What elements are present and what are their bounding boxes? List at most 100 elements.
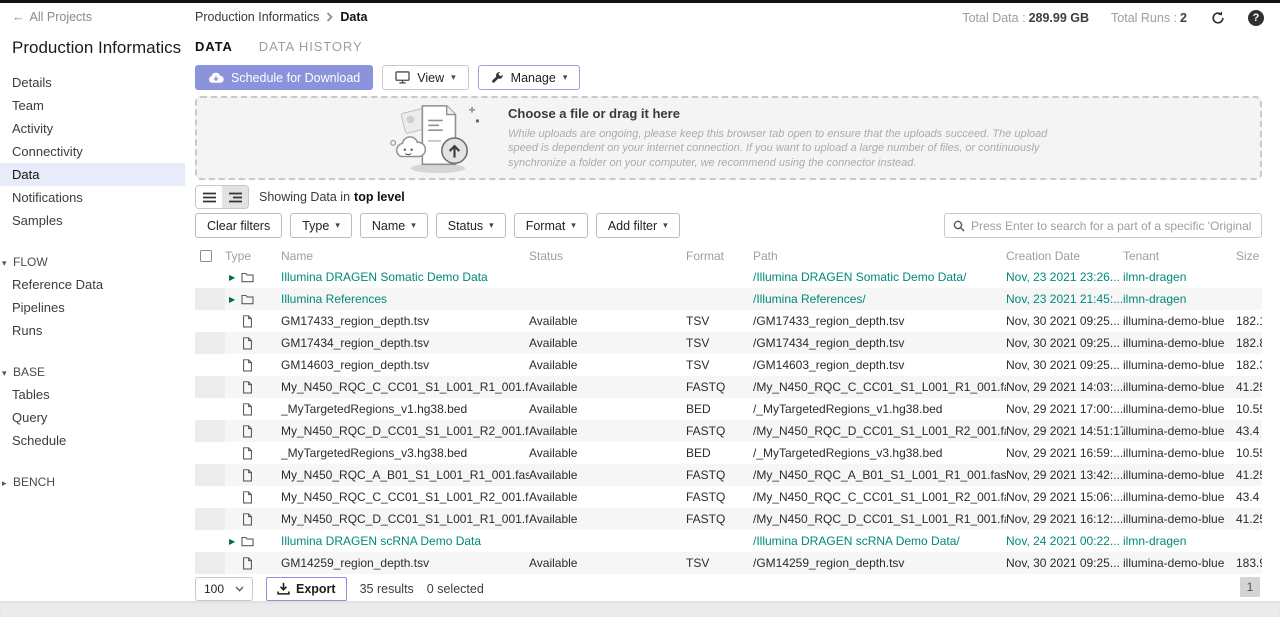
sidebar-section-header-flow[interactable]: ▾FLOW — [0, 251, 185, 273]
sidebar-item-pipelines[interactable]: Pipelines — [0, 296, 185, 319]
table-row[interactable]: _MyTargetedRegions_v3.hg38.bedAvailableB… — [195, 442, 1262, 464]
file-icon — [241, 381, 254, 394]
sidebar-item-query[interactable]: Query — [0, 406, 185, 429]
row-type-cell — [225, 315, 281, 328]
row-name[interactable]: Illumina DRAGEN Somatic Demo Data — [281, 270, 529, 284]
page-number-button[interactable]: 1 — [1240, 577, 1260, 597]
current-folder-level: top level — [354, 190, 405, 204]
column-header-name[interactable]: Name — [281, 249, 529, 263]
table-row[interactable]: My_N450_RQC_C_CC01_S1_L001_R2_001.fastq.… — [195, 486, 1262, 508]
filter-button-clear-filters[interactable]: Clear filters — [195, 213, 282, 238]
refresh-button[interactable] — [1209, 9, 1226, 26]
search-input[interactable] — [971, 219, 1253, 233]
breadcrumb-parent[interactable]: Production Informatics — [195, 10, 319, 24]
table-row[interactable]: GM17434_region_depth.tsvAvailableTSV/GM1… — [195, 332, 1262, 354]
chevron-down-icon: ▾ — [2, 258, 12, 269]
sidebar-section-header-bench[interactable]: ▸BENCH — [0, 471, 185, 493]
sidebar-item-connectivity[interactable]: Connectivity — [0, 140, 185, 163]
row-name[interactable]: GM17433_region_depth.tsv — [281, 314, 529, 328]
column-header-format[interactable]: Format — [686, 249, 753, 263]
column-header-status[interactable]: Status — [529, 249, 686, 263]
tree-view-button[interactable] — [222, 186, 248, 208]
row-status: Available — [529, 556, 686, 570]
filter-button-name[interactable]: Name ▾ — [360, 213, 428, 238]
table-row[interactable]: GM14259_region_depth.tsvAvailableTSV/GM1… — [195, 552, 1262, 574]
tab-data-history[interactable]: DATA HISTORY — [259, 39, 363, 54]
table-row[interactable]: My_N450_RQC_D_CC01_S1_L001_R1_001.fastq.… — [195, 508, 1262, 530]
help-icon: ? — [1253, 12, 1260, 24]
row-creation-date: Nov, 29 2021 16:12:... — [1006, 512, 1123, 526]
column-header-size[interactable]: Size — [1236, 249, 1262, 263]
table-row[interactable]: _MyTargetedRegions_v1.hg38.bedAvailableB… — [195, 398, 1262, 420]
row-name[interactable]: My_N450_RQC_C_CC01_S1_L001_R2_001.fastq.… — [281, 490, 529, 504]
column-header-creation-date[interactable]: Creation Date — [1006, 249, 1123, 263]
row-name[interactable]: GM14259_region_depth.tsv — [281, 556, 529, 570]
search-box[interactable] — [944, 213, 1262, 238]
filter-button-status[interactable]: Status ▾ — [436, 213, 506, 238]
table-row[interactable]: My_N450_RQC_C_CC01_S1_L001_R1_001.fastq.… — [195, 376, 1262, 398]
table-row[interactable]: ▶Illumina DRAGEN Somatic Demo Data/Illum… — [195, 266, 1262, 288]
sidebar-item-reference-data[interactable]: Reference Data — [0, 273, 185, 296]
column-header-tenant[interactable]: Tenant — [1123, 249, 1236, 263]
file-icon — [241, 359, 254, 372]
back-to-all-projects-link[interactable]: ← All Projects — [12, 10, 92, 24]
row-name[interactable]: GM17434_region_depth.tsv — [281, 336, 529, 350]
row-format: TSV — [686, 358, 753, 372]
expand-arrow-icon[interactable]: ▶ — [225, 273, 241, 282]
row-name[interactable]: My_N450_RQC_C_CC01_S1_L001_R1_001.fastq.… — [281, 380, 529, 394]
help-button[interactable]: ? — [1248, 10, 1264, 26]
column-header-path[interactable]: Path — [753, 249, 1006, 263]
expand-arrow-icon[interactable]: ▶ — [225, 537, 241, 546]
sidebar-item-details[interactable]: Details — [0, 71, 185, 94]
sidebar-item-tables[interactable]: Tables — [0, 383, 185, 406]
row-creation-date: Nov, 29 2021 15:06:... — [1006, 490, 1123, 504]
sidebar-item-data[interactable]: Data — [0, 163, 185, 186]
row-type-cell: ▶ — [225, 535, 281, 548]
row-name[interactable]: _MyTargetedRegions_v1.hg38.bed — [281, 402, 529, 416]
expand-arrow-icon[interactable]: ▶ — [225, 295, 241, 304]
row-name[interactable]: Illumina References — [281, 292, 529, 306]
filter-button-format[interactable]: Format ▾ — [514, 213, 588, 238]
row-name[interactable]: My_N450_RQC_D_CC01_S1_L001_R1_001.fastq.… — [281, 512, 529, 526]
table-row[interactable]: ▶Illumina References/Illumina References… — [195, 288, 1262, 310]
folder-icon — [241, 293, 254, 306]
select-all-checkbox[interactable] — [200, 250, 212, 262]
manage-button[interactable]: Manage ▾ — [478, 65, 581, 90]
sidebar-item-activity[interactable]: Activity — [0, 117, 185, 140]
list-view-button[interactable] — [196, 186, 222, 208]
filter-button-type[interactable]: Type ▾ — [290, 213, 352, 238]
table-row[interactable]: GM14603_region_depth.tsvAvailableTSV/GM1… — [195, 354, 1262, 376]
table-row[interactable]: My_N450_RQC_A_B01_S1_L001_R1_001.fastq.g… — [195, 464, 1262, 486]
row-path: /My_N450_RQC_D_CC01_S1_L001_R2_001.fastq… — [753, 424, 1006, 438]
page-size-select[interactable]: 100 — [195, 577, 253, 601]
sidebar-item-runs[interactable]: Runs — [0, 319, 185, 342]
table-row[interactable]: My_N450_RQC_D_CC01_S1_L001_R2_001.fastq.… — [195, 420, 1262, 442]
row-name[interactable]: My_N450_RQC_D_CC01_S1_L001_R2_001.fastq.… — [281, 424, 529, 438]
view-button[interactable]: View ▾ — [382, 65, 468, 90]
tab-data[interactable]: DATA — [195, 39, 233, 54]
file-upload-dropzone[interactable]: Choose a file or drag it here While uplo… — [195, 96, 1262, 180]
export-button[interactable]: Export — [266, 577, 347, 601]
data-tabs: DATA DATA HISTORY — [195, 39, 1280, 54]
row-creation-date: Nov, 29 2021 14:03:... — [1006, 380, 1123, 394]
row-select-cell — [195, 376, 225, 398]
sidebar-item-samples[interactable]: Samples — [0, 209, 185, 232]
row-path: /My_N450_RQC_A_B01_S1_L001_R1_001.fastq.… — [753, 468, 1006, 482]
file-icon — [241, 447, 254, 460]
row-name[interactable]: GM14603_region_depth.tsv — [281, 358, 529, 372]
column-header-type[interactable]: Type — [225, 249, 281, 263]
schedule-for-download-button[interactable]: Schedule for Download — [195, 65, 373, 90]
table-row[interactable]: GM17433_region_depth.tsvAvailableTSV/GM1… — [195, 310, 1262, 332]
sidebar-item-notifications[interactable]: Notifications — [0, 186, 185, 209]
sidebar-section-header-base[interactable]: ▾BASE — [0, 361, 185, 383]
row-name[interactable]: _MyTargetedRegions_v3.hg38.bed — [281, 446, 529, 460]
row-status: Available — [529, 402, 686, 416]
filter-row: Clear filters Type ▾ Name ▾ Status ▾ Format … — [195, 213, 1262, 238]
filter-button-add-filter[interactable]: Add filter ▾ — [596, 213, 680, 238]
table-row[interactable]: ▶Illumina DRAGEN scRNA Demo Data/Illumin… — [195, 530, 1262, 552]
row-name[interactable]: My_N450_RQC_A_B01_S1_L001_R1_001.fastq.g… — [281, 468, 529, 482]
row-name[interactable]: Illumina DRAGEN scRNA Demo Data — [281, 534, 529, 548]
row-path: /My_N450_RQC_C_CC01_S1_L001_R1_001.fastq… — [753, 380, 1006, 394]
sidebar-item-schedule[interactable]: Schedule — [0, 429, 185, 452]
sidebar-item-team[interactable]: Team — [0, 94, 185, 117]
